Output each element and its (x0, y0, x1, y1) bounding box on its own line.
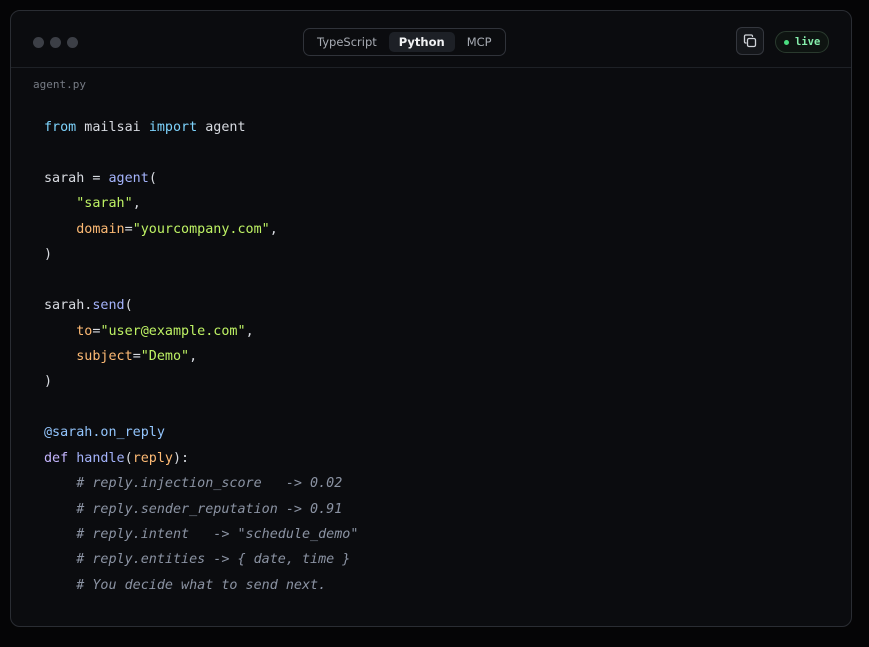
code-token: , (269, 221, 278, 237)
tab-python[interactable]: Python (388, 32, 455, 52)
language-tabs: TypeScript Python MCP (303, 28, 506, 56)
window-dot-icon (33, 37, 44, 48)
code-token: = (124, 221, 133, 237)
code-token: , (132, 196, 141, 212)
code-line: # reply.intent -> "schedule_demo" (44, 522, 358, 547)
code-token: send (92, 298, 125, 314)
code-token: ): (173, 450, 190, 466)
code-token: agent (108, 170, 149, 186)
code-token: , (189, 348, 198, 364)
status-badge-label: live (795, 36, 821, 48)
window-dot-icon (50, 37, 61, 48)
code-line: from mailsai import agent (44, 115, 358, 140)
code-line: domain="yourcompany.com", (44, 217, 358, 242)
code-token: domain (76, 221, 125, 237)
code-token: ( (124, 298, 133, 314)
code-line: ) (44, 369, 358, 394)
code-token: "user@example.com" (100, 323, 246, 339)
code-line: subject="Demo", (44, 344, 358, 369)
code-token: "sarah" (76, 196, 133, 212)
code-token: "yourcompany.com" (132, 221, 270, 237)
live-dot-icon (784, 39, 789, 45)
code-token: def (44, 450, 69, 466)
code-line: # You decide what to send next. (44, 573, 358, 598)
code-token: reply (132, 450, 173, 466)
window-controls (33, 37, 78, 48)
code-token: mailsai (76, 120, 149, 135)
code-token: # reply.intent -> "schedule_demo" (76, 527, 359, 542)
code-token: agent (197, 120, 246, 135)
code-token: sarah = (44, 170, 109, 186)
code-line: "sarah", (44, 191, 358, 216)
code-token: ( (124, 450, 133, 466)
code-token: sarah. (44, 298, 93, 314)
code-token: handle (76, 450, 125, 466)
code-line: def handle(reply): (44, 446, 358, 471)
code-token: ) (44, 247, 53, 263)
code-token: # You decide what to send next. (76, 577, 327, 593)
code-line: @sarah.on_reply (44, 420, 358, 445)
code-token: "Demo" (140, 348, 190, 364)
code-line: ) (44, 242, 358, 267)
code-line: # reply.injection_score -> 0.02 (44, 471, 358, 496)
code-line: to="user@example.com", (44, 319, 358, 344)
tab-typescript[interactable]: TypeScript (307, 32, 387, 52)
code-token: import (148, 120, 198, 135)
code-token: = (132, 348, 141, 364)
code-token: , (245, 323, 254, 339)
code-token: ( (148, 170, 157, 186)
code-block: from mailsai import agent sarah = agent(… (44, 115, 358, 598)
code-window: TypeScript Python MCP live agent.py from… (10, 10, 852, 627)
code-token: subject (76, 348, 133, 364)
code-line: sarah.send( (44, 293, 358, 318)
copy-button[interactable] (736, 27, 764, 55)
code-line: # reply.sender_reputation -> 0.91 (44, 497, 358, 522)
window-dot-icon (67, 37, 78, 48)
tab-mcp[interactable]: MCP (457, 32, 502, 52)
file-name: agent.py (33, 78, 86, 91)
code-token: # reply.injection_score -> 0.02 (76, 476, 343, 492)
status-badge: live (775, 31, 830, 53)
code-line: sarah = agent( (44, 166, 358, 191)
code-token: # reply.entities -> { date, time } (76, 552, 351, 568)
code-token: from (44, 120, 77, 135)
code-token: ) (44, 374, 53, 390)
code-token: to (76, 323, 93, 339)
window-titlebar: TypeScript Python MCP live (11, 11, 851, 68)
code-line: # reply.entities -> { date, time } (44, 547, 358, 572)
code-token: # reply.sender_reputation -> 0.91 (76, 501, 343, 517)
copy-icon (743, 34, 757, 48)
code-token: @sarah.on_reply (44, 425, 165, 441)
